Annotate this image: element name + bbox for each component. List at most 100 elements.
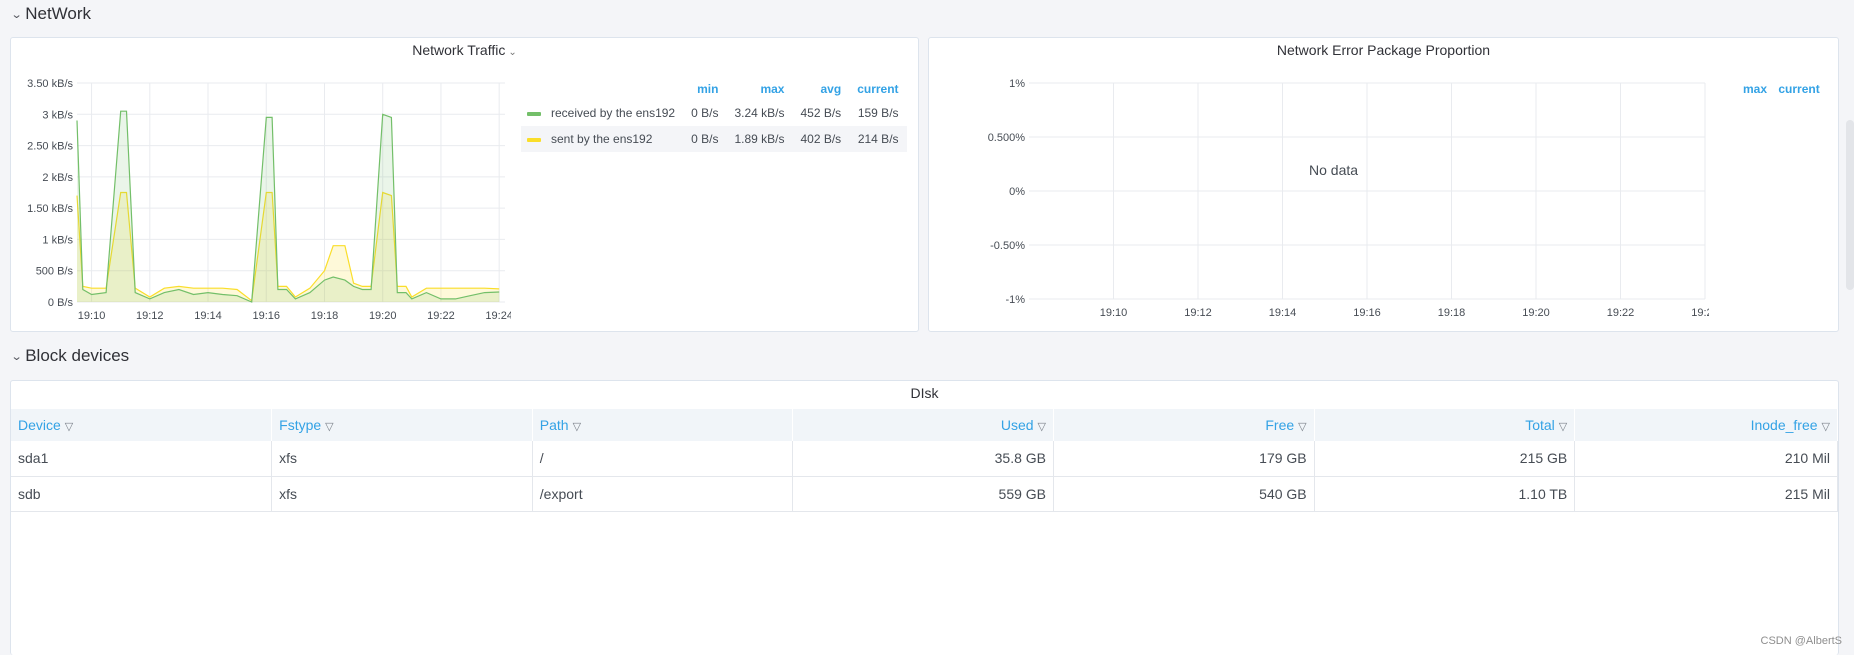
cell-device: sdb <box>11 476 273 512</box>
series-line <box>76 110 500 303</box>
x-tick-label: 19:12 <box>136 310 164 322</box>
legend-header-min[interactable]: min <box>683 78 726 100</box>
filter-icon[interactable]: ▽ <box>325 421 333 433</box>
cell-total: 215 GB <box>1314 441 1576 477</box>
filter-icon[interactable]: ▽ <box>1298 421 1306 433</box>
chevron-down-icon: ⌄ <box>10 350 23 363</box>
cell-inode-free: 215 Mil <box>1574 476 1838 512</box>
cell-free: 179 GB <box>1053 441 1315 477</box>
column-header-path[interactable]: Path ▽ <box>532 409 794 441</box>
table-row: sdb xfs /export 559 GB 540 GB 1.10 TB 21… <box>11 476 1838 512</box>
y-tick-label: 1% <box>1009 78 1025 90</box>
cell-used: 35.8 GB <box>792 441 1055 477</box>
cell-fstype: xfs <box>271 441 533 477</box>
x-tick-label: 19:16 <box>1353 307 1381 319</box>
disk-table: Device ▽ Fstype ▽ Path ▽ Used ▽ Free ▽ Total ▽… <box>11 409 1838 512</box>
legend-row-received[interactable]: received by the ens192 0 B/s 3.24 kB/s 4… <box>521 100 907 126</box>
y-tick-label: -0.50% <box>990 240 1025 252</box>
network-error-panel: Network Error Package Proportion 1% 0.500… <box>928 37 1839 332</box>
column-header-inode-free[interactable]: Inode_free ▽ <box>1574 409 1838 441</box>
disk-panel: DIsk Device ▽ Fstype ▽ Path ▽ Used ▽ Free ▽ T… <box>10 380 1839 655</box>
x-tick-label: 19:10 <box>1100 307 1128 319</box>
legend-avg: 402 B/s <box>792 126 850 152</box>
legend-header-max[interactable]: max <box>1743 82 1767 96</box>
y-tick-label: 2.50 kB/s <box>27 141 73 153</box>
legend-swatch-green <box>527 111 541 116</box>
legend-header-max[interactable]: max <box>726 78 792 100</box>
legend-min: 0 B/s <box>683 126 727 152</box>
y-tick-label: 1 kB/s <box>42 234 73 246</box>
network-traffic-panel: Network Traffic ⌄ 3.50 kB/s 3 kB/s 2.50 kB/… <box>10 37 919 332</box>
cell-free: 540 GB <box>1053 476 1315 512</box>
cell-fstype: xfs <box>271 476 533 512</box>
legend-header-avg[interactable]: avg <box>792 78 849 100</box>
network-error-graph[interactable]: 1% 0.500% 0% -0.50% -1% 19:10 19:12 19:14 19:16 1… <box>929 38 1709 328</box>
legend-current: 159 B/s <box>857 106 899 120</box>
x-tick-label: 19:20 <box>1522 307 1550 319</box>
column-header-used[interactable]: Used ▽ <box>792 409 1055 441</box>
x-tick-label: 19:24 <box>485 310 511 322</box>
legend-series-name: received by the ens192 <box>551 106 676 120</box>
column-header-device[interactable]: Device ▽ <box>11 409 273 441</box>
y-tick-label: 0 B/s <box>48 297 74 309</box>
row-block-devices-toggle[interactable]: ⌄ Block devices <box>10 346 130 366</box>
chevron-down-icon: ⌄ <box>10 8 23 21</box>
column-header-fstype[interactable]: Fstype ▽ <box>271 409 533 441</box>
y-tick-label: 3 kB/s <box>42 109 73 121</box>
traffic-legend: min max avg current received by the ens1… <box>521 78 907 152</box>
legend-min: 0 B/s <box>691 106 719 120</box>
x-tick-label: 19:14 <box>1269 307 1297 319</box>
y-tick-label: 2 kB/s <box>42 172 73 184</box>
x-tick-label: 19:12 <box>1184 307 1212 319</box>
filter-icon[interactable]: ▽ <box>1822 421 1830 433</box>
x-tick-label: 19:24 <box>1691 307 1709 319</box>
x-tick-label: 19:22 <box>1607 307 1635 319</box>
cell-path: / <box>532 441 794 477</box>
disk-title: DIsk <box>910 385 939 401</box>
row-network-toggle[interactable]: ⌄ NetWork <box>10 4 92 24</box>
legend-max: 1.89 kB/s <box>726 126 793 152</box>
table-row: sda1 xfs / 35.8 GB 179 GB 215 GB 210 Mil <box>11 441 1838 477</box>
cell-inode-free: 210 Mil <box>1574 441 1838 477</box>
cell-total: 1.10 TB <box>1314 476 1576 512</box>
error-legend: max current <box>1743 82 1820 96</box>
legend-row-sent[interactable]: sent by the ens192 0 B/s 1.89 kB/s 402 B… <box>521 126 907 152</box>
filter-icon[interactable]: ▽ <box>1038 421 1046 433</box>
filter-icon[interactable]: ▽ <box>573 421 581 433</box>
y-tick-label: 3.50 kB/s <box>27 78 73 90</box>
x-tick-label: 19:18 <box>1438 307 1466 319</box>
x-tick-label: 19:22 <box>427 310 455 322</box>
x-tick-label: 19:18 <box>311 310 339 322</box>
no-data-text: No data <box>1309 162 1359 178</box>
y-tick-label: 0% <box>1009 186 1025 198</box>
series-area <box>77 111 500 302</box>
y-tick-label: 0.500% <box>988 132 1026 144</box>
legend-header-current[interactable]: current <box>849 78 906 100</box>
legend-series-name: sent by the ens192 <box>551 132 653 146</box>
legend-header-current[interactable]: current <box>1778 82 1819 96</box>
cell-used: 559 GB <box>792 476 1055 512</box>
x-tick-label: 19:14 <box>194 310 222 322</box>
row-network-title: NetWork <box>25 4 92 23</box>
column-header-total[interactable]: Total ▽ <box>1314 409 1576 441</box>
series-line <box>76 191 500 302</box>
x-tick-label: 19:20 <box>369 310 397 322</box>
network-traffic-graph[interactable]: 3.50 kB/s 3 kB/s 2.50 kB/s 2 kB/s 1.50 kB/s 1… <box>11 38 511 328</box>
x-tick-label: 19:16 <box>252 310 280 322</box>
page-scrollbar[interactable] <box>1846 120 1854 290</box>
y-tick-label: -1% <box>1005 294 1025 306</box>
watermark: CSDN @AlbertS <box>1760 635 1842 647</box>
filter-icon[interactable]: ▽ <box>1559 421 1567 433</box>
x-tick-label: 19:10 <box>78 310 106 322</box>
series-area <box>77 192 500 302</box>
legend-avg: 452 B/s <box>800 106 842 120</box>
y-tick-label: 1.50 kB/s <box>27 203 73 215</box>
legend-max: 3.24 kB/s <box>734 106 785 120</box>
row-block-devices-title: Block devices <box>25 346 130 365</box>
column-header-free[interactable]: Free ▽ <box>1053 409 1315 441</box>
cell-device: sda1 <box>11 441 273 477</box>
cell-path: /export <box>532 476 794 512</box>
legend-current: 214 B/s <box>849 126 907 152</box>
legend-swatch-yellow <box>527 137 541 142</box>
filter-icon[interactable]: ▽ <box>65 421 73 433</box>
